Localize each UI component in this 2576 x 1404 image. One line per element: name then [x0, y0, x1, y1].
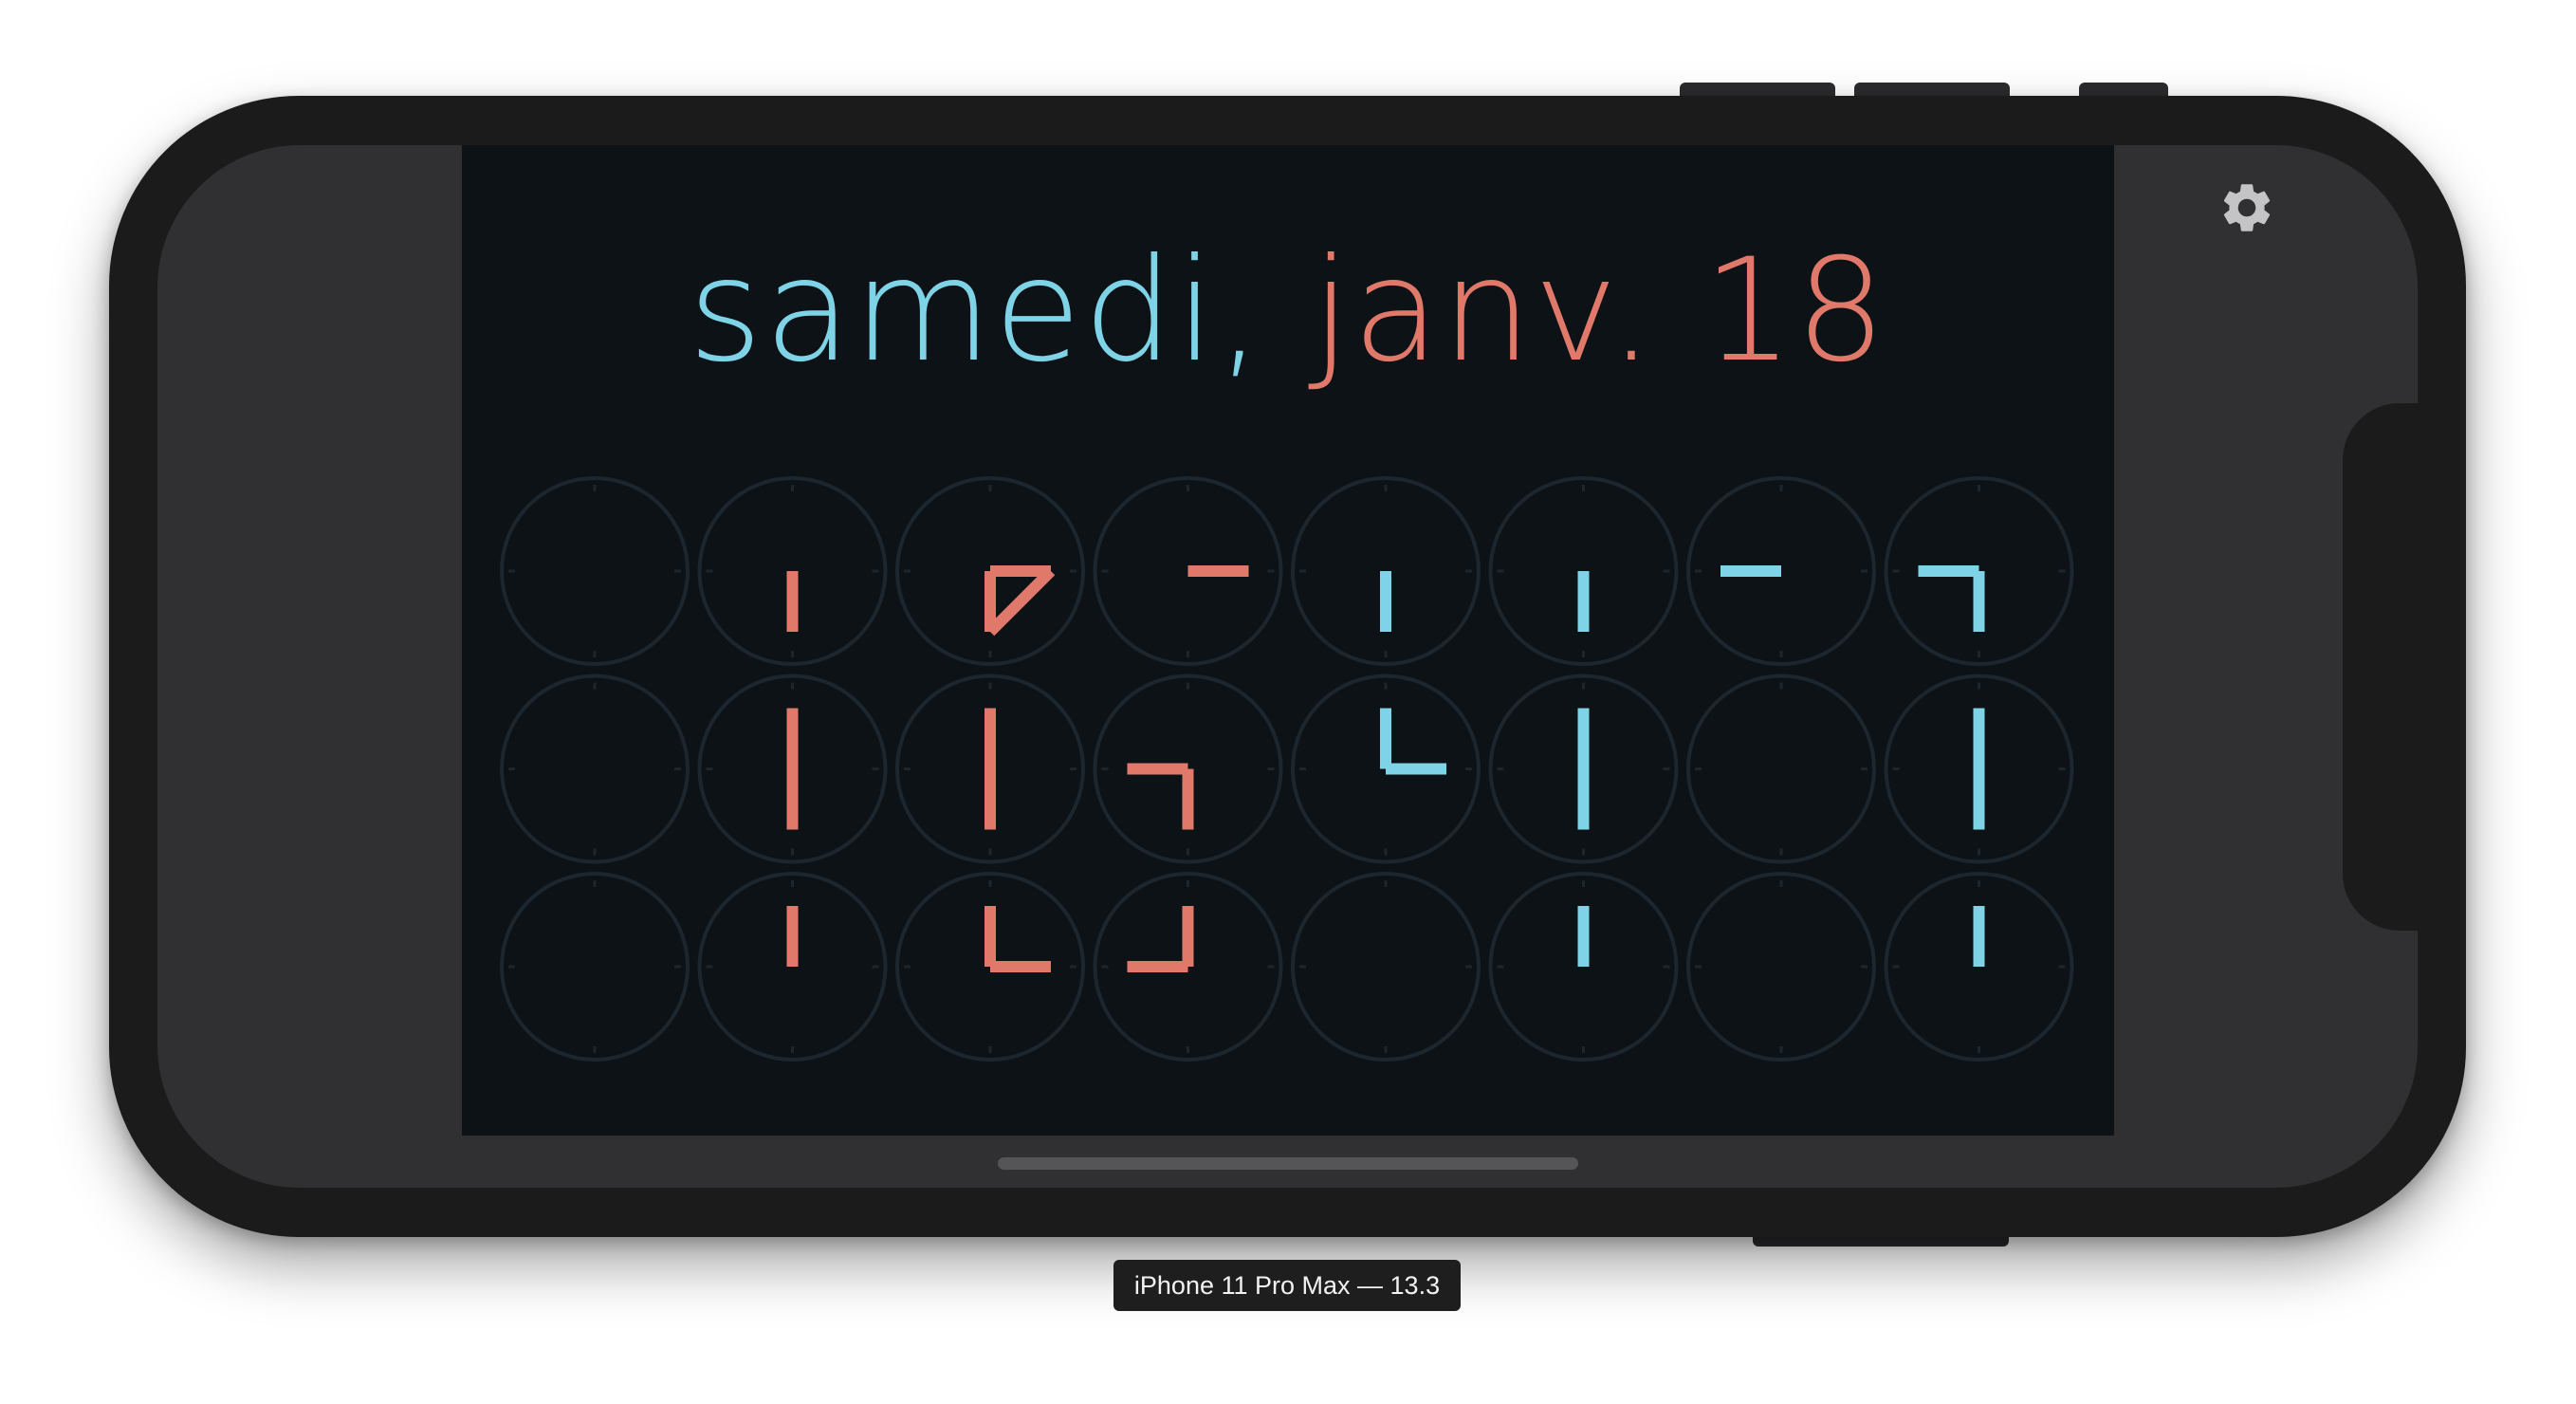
clock-face: [1686, 674, 1876, 864]
clock-face: [1291, 872, 1481, 1062]
clock-cell: [697, 674, 888, 864]
device-notch: [2343, 403, 2419, 931]
clock-cell: [1093, 674, 1283, 864]
clock-cell: [895, 872, 1085, 1062]
clock-cell: [1291, 872, 1481, 1062]
clock-cell: [1884, 872, 2074, 1062]
clock-face: [1686, 872, 1876, 1062]
clock-face: [500, 872, 690, 1062]
clock-cell: [1488, 476, 1679, 666]
clock-cell: [1884, 674, 2074, 864]
clock-cell: [1291, 674, 1481, 864]
clock-cell: [500, 476, 690, 666]
clock-cell: [1488, 872, 1679, 1062]
clock-cell: [1093, 872, 1283, 1062]
clock-cell: [895, 674, 1085, 864]
clock-cell: [500, 674, 690, 864]
home-indicator[interactable]: [998, 1157, 1578, 1170]
clock-cell: [1686, 674, 1876, 864]
clock-cell: [697, 476, 888, 666]
clock-cell: [1884, 476, 2074, 666]
clock-cell: [1291, 476, 1481, 666]
clock-hand-segment: [985, 566, 1056, 637]
clock-cell: [1093, 476, 1283, 666]
device-label: iPhone 11 Pro Max — 13.3: [1113, 1260, 1461, 1311]
clock-face: [500, 476, 690, 666]
clock-cell: [1686, 476, 1876, 666]
clock-app-view: samedi, janv. 18: [462, 145, 2114, 1136]
gear-icon[interactable]: [2217, 178, 2276, 237]
clock-cell: [895, 476, 1085, 666]
clock-grid: [500, 476, 2074, 1062]
clock-cell: [1686, 872, 1876, 1062]
clock-face: [500, 674, 690, 864]
clock-cell: [500, 872, 690, 1062]
clock-cell: [1488, 674, 1679, 864]
clock-cell: [697, 872, 888, 1062]
